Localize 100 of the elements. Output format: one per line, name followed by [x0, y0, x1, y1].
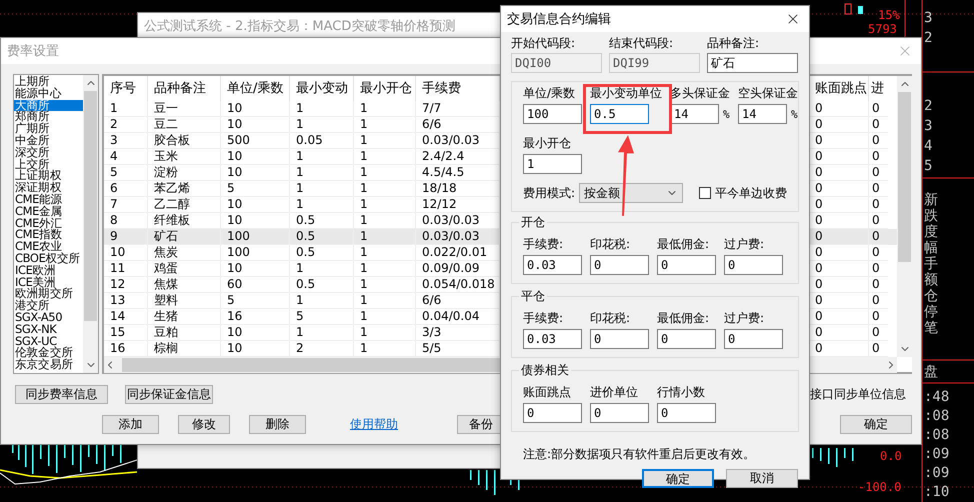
field-label: 印花税:: [590, 311, 632, 325]
field-label: 仓: [923, 288, 938, 304]
time-label: :48: [923, 388, 950, 407]
exchange-item[interactable]: 大商所: [14, 100, 83, 112]
tick-label: 5: [923, 157, 932, 176]
tick-label: 2: [923, 97, 932, 116]
text-field[interactable]: 0: [590, 329, 649, 349]
exchange-item[interactable]: 中金所: [14, 134, 83, 147]
text-field[interactable]: 14: [738, 104, 787, 124]
time-label: :10: [923, 483, 950, 502]
text-field[interactable]: 0: [523, 403, 582, 423]
text-field[interactable]: 0: [724, 255, 783, 275]
ok-button[interactable]: 确定: [642, 469, 714, 488]
help-link[interactable]: 使用帮助: [350, 416, 398, 433]
field-label: 账面跳点: [523, 385, 572, 399]
field-label: 度: [923, 224, 938, 240]
field-label: 手: [923, 256, 938, 272]
field-label: 最低佣金:: [657, 237, 710, 251]
add-button[interactable]: 添加: [102, 415, 159, 434]
field-label: 笔: [923, 320, 938, 336]
exchange-item[interactable]: SGX-A50: [14, 312, 83, 324]
group-title: 平仓: [519, 289, 547, 303]
exchange-item[interactable]: 上证期权: [14, 170, 83, 182]
field-label: 新: [923, 192, 938, 208]
field-label: 空头保证金: [738, 86, 798, 100]
field-label: 费用模式:: [523, 186, 576, 200]
exchange-item[interactable]: CME金属: [14, 206, 83, 218]
exchange-item[interactable]: ICE欧洲: [14, 264, 83, 277]
field-label: 最小开仓: [523, 136, 572, 150]
field-label: 单位/乘数: [523, 86, 576, 100]
exchange-item[interactable]: CME外汇: [14, 218, 83, 230]
window-title: 公式测试系统 - 2.指标交易：MACD突破零轴价格预测: [144, 18, 456, 34]
text-field[interactable]: 0.03: [523, 329, 582, 349]
sync-fee-button[interactable]: 同步费率信息: [15, 385, 108, 404]
field-label: 幅: [923, 240, 938, 256]
time-label: :09: [923, 445, 950, 464]
column-header[interactable]: 进: [869, 76, 888, 101]
tick-label: 2: [923, 29, 932, 48]
scrollbar[interactable]: [83, 75, 98, 373]
cancel-button[interactable]: 取消: [726, 469, 798, 488]
exchange-item[interactable]: CBOE权交所: [14, 252, 83, 265]
exchange-item[interactable]: 能源中心: [14, 88, 83, 100]
text-field[interactable]: 0.5: [590, 104, 649, 124]
price-label: 5793: [868, 22, 897, 36]
edit-button[interactable]: 修改: [178, 415, 230, 434]
note-text: 注意:部分数据项只有软件重启后更改有效。: [522, 446, 756, 463]
group-title: 债券相关: [519, 363, 571, 377]
exchange-item[interactable]: SGX-NK: [14, 324, 83, 336]
text-field[interactable]: 1: [523, 154, 582, 174]
text-field[interactable]: 0: [590, 403, 649, 423]
text-field[interactable]: 矿石: [707, 53, 798, 73]
ok-button[interactable]: 确定: [840, 415, 912, 434]
field-label: 额: [923, 272, 938, 288]
percent-label: %: [723, 108, 730, 120]
text-field[interactable]: 0.03: [523, 255, 582, 275]
text-field[interactable]: 0: [590, 255, 649, 275]
exchange-item[interactable]: 郑商所: [14, 111, 83, 124]
exchange-item[interactable]: 港交所: [14, 300, 83, 312]
percent-label: %: [791, 108, 798, 120]
exchange-item[interactable]: 上交所: [14, 158, 83, 170]
scrollbar[interactable]: [897, 76, 912, 357]
field-label: 品种备注:: [707, 36, 760, 50]
tick-label: 3: [923, 117, 932, 136]
checkbox[interactable]: [699, 187, 712, 199]
field-label: 进价单位: [590, 385, 639, 399]
field-label: 手续费:: [523, 311, 564, 325]
field-label: 盘: [923, 364, 938, 380]
axis-label: 0.0: [880, 449, 902, 463]
delete-button[interactable]: 删除: [249, 415, 306, 434]
exchange-item[interactable]: 欧洲期交所: [14, 288, 83, 300]
exchange-item[interactable]: 广期所: [14, 123, 83, 135]
text-field[interactable]: 0: [724, 329, 783, 349]
field-label: 手续费:: [523, 237, 564, 251]
exchange-item[interactable]: SGX-UC: [14, 336, 83, 348]
exchange-item[interactable]: 伦敦金交所: [14, 347, 83, 360]
field-label: 过户费:: [724, 311, 766, 325]
dialog-title: 交易信息合约编辑: [507, 11, 611, 28]
exchange-item[interactable]: 东京交易所: [14, 359, 83, 371]
time-label: :09: [923, 464, 950, 483]
exchange-item[interactable]: 上期所: [14, 76, 83, 88]
tick-label: 4: [923, 137, 932, 156]
exchange-item[interactable]: ICE美洲: [14, 276, 83, 288]
exchange-item[interactable]: 深交所: [14, 146, 83, 159]
text-field[interactable]: 14: [670, 104, 719, 124]
percent-label: 15%: [878, 8, 900, 22]
sync-margin-button[interactable]: 同步保证金信息: [125, 385, 213, 404]
group-title: 开仓: [519, 215, 547, 229]
exchange-item[interactable]: CME农业: [14, 241, 83, 253]
fee-mode-select[interactable]: 按金额: [579, 183, 684, 203]
exchange-item[interactable]: CME能源: [14, 194, 83, 206]
time-label: :08: [923, 407, 950, 426]
text-field[interactable]: 0: [657, 329, 716, 349]
tick-label: 3: [923, 9, 932, 28]
text-field[interactable]: 100: [523, 104, 582, 124]
text-field[interactable]: 0: [657, 403, 716, 423]
field-label: 最低佣金:: [657, 311, 710, 325]
exchange-item[interactable]: 深证期权: [14, 182, 83, 194]
exchange-item[interactable]: CME指数: [14, 229, 83, 242]
field-label: 行情小数: [657, 385, 706, 399]
text-field[interactable]: 0: [657, 255, 716, 275]
